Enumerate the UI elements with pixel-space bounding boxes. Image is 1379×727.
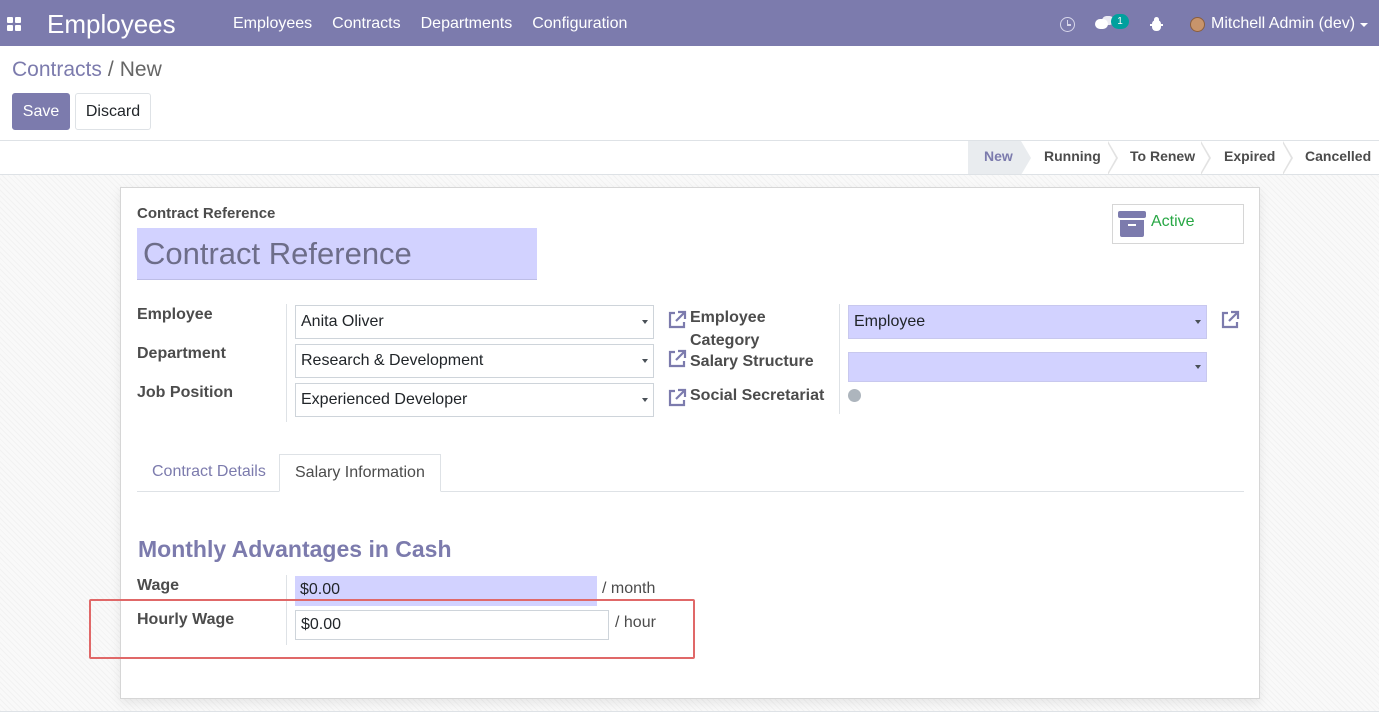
hourly-wage-input[interactable]: $0.00 — [295, 610, 609, 640]
stage-chevron — [1107, 141, 1118, 175]
user-menu-caret-icon[interactable] — [1360, 23, 1368, 27]
employee-value: Anita Oliver — [301, 313, 384, 330]
social-secretariat-status-dot[interactable] — [848, 389, 861, 402]
salary-structure-select[interactable] — [848, 352, 1207, 382]
stage-running[interactable]: Running — [1044, 141, 1101, 174]
breadcrumb-separator: / — [107, 58, 114, 81]
wage-unit: / month — [602, 580, 656, 597]
message-count-badge: 1 — [1111, 14, 1129, 29]
job-position-value: Experienced Developer — [301, 391, 468, 408]
debug-bug-icon[interactable] — [1150, 17, 1163, 32]
activity-clock-icon[interactable] — [1060, 17, 1075, 32]
menu-item-configuration[interactable]: Configuration — [532, 15, 627, 33]
contract-reference-label: Contract Reference — [137, 205, 276, 222]
menu-item-employees[interactable]: Employees — [233, 15, 312, 33]
contract-statusbar: New Running To Renew Expired Cancelled — [0, 140, 1379, 175]
breadcrumb: Contracts / New — [12, 58, 162, 82]
active-label: Active — [1151, 213, 1195, 230]
stage-chevron — [1021, 141, 1031, 175]
contract-reference-input[interactable]: Contract Reference — [137, 228, 537, 280]
main-menu: Employees Contracts Departments Configur… — [233, 15, 627, 33]
chevron-down-icon — [642, 398, 648, 402]
chevron-down-icon — [642, 359, 648, 363]
stage-to-renew[interactable]: To Renew — [1130, 141, 1195, 174]
department-value: Research & Development — [301, 352, 484, 369]
external-link-icon[interactable] — [666, 387, 688, 409]
group-divider — [286, 575, 287, 645]
employee-label: Employee — [137, 306, 213, 323]
stage-chevron — [1200, 141, 1211, 175]
top-navbar: Employees Employees Contracts Department… — [0, 0, 1379, 46]
section-title: Monthly Advantages in Cash — [138, 536, 452, 562]
tab-salary-information[interactable]: Salary Information — [279, 454, 441, 492]
wage-label: Wage — [137, 577, 180, 594]
chevron-down-icon — [1195, 320, 1201, 324]
user-menu[interactable]: Mitchell Admin (dev) — [1211, 15, 1355, 33]
department-label: Department — [137, 345, 226, 362]
employee-category-select[interactable]: Employee — [848, 305, 1207, 339]
social-secretariat-label: Social Secretariat — [690, 387, 825, 404]
save-button[interactable]: Save — [12, 93, 70, 130]
external-link-icon[interactable] — [666, 309, 688, 331]
external-link-icon[interactable] — [1219, 309, 1241, 331]
stage-cancelled[interactable]: Cancelled — [1305, 141, 1371, 174]
wage-input[interactable]: $0.00 — [295, 576, 597, 606]
chevron-down-icon — [1195, 365, 1201, 369]
apps-menu-icon[interactable] — [7, 17, 21, 31]
contract-form-sheet: Contract Reference Contract Reference Ac… — [120, 187, 1260, 699]
stage-chevron — [1282, 141, 1293, 175]
group-divider — [286, 304, 287, 422]
hourly-wage-unit: / hour — [615, 614, 656, 631]
chevron-down-icon — [642, 320, 648, 324]
stage-new[interactable]: New — [968, 141, 1021, 174]
hourly-wage-label: Hourly Wage — [137, 611, 235, 628]
user-avatar[interactable] — [1190, 17, 1205, 32]
job-position-label: Job Position — [137, 384, 233, 401]
menu-item-contracts[interactable]: Contracts — [332, 15, 400, 33]
archive-box-icon — [1118, 211, 1146, 237]
salary-structure-label: Salary Structure — [690, 353, 814, 370]
app-brand[interactable]: Employees — [47, 9, 176, 40]
group-divider — [839, 304, 840, 414]
breadcrumb-current: New — [119, 58, 162, 81]
menu-item-departments[interactable]: Departments — [421, 15, 513, 33]
employee-category-value: Employee — [854, 313, 926, 330]
tab-contract-details[interactable]: Contract Details — [137, 454, 281, 492]
active-toggle-button[interactable]: Active — [1112, 204, 1244, 244]
department-select[interactable]: Research & Development — [295, 344, 654, 378]
breadcrumb-contracts[interactable]: Contracts — [12, 58, 102, 81]
discard-button[interactable]: Discard — [75, 93, 151, 130]
stage-expired[interactable]: Expired — [1224, 141, 1275, 174]
external-link-icon[interactable] — [666, 348, 688, 370]
employee-select[interactable]: Anita Oliver — [295, 305, 654, 339]
job-position-select[interactable]: Experienced Developer — [295, 383, 654, 417]
employee-category-label: Employee Category — [690, 309, 766, 349]
